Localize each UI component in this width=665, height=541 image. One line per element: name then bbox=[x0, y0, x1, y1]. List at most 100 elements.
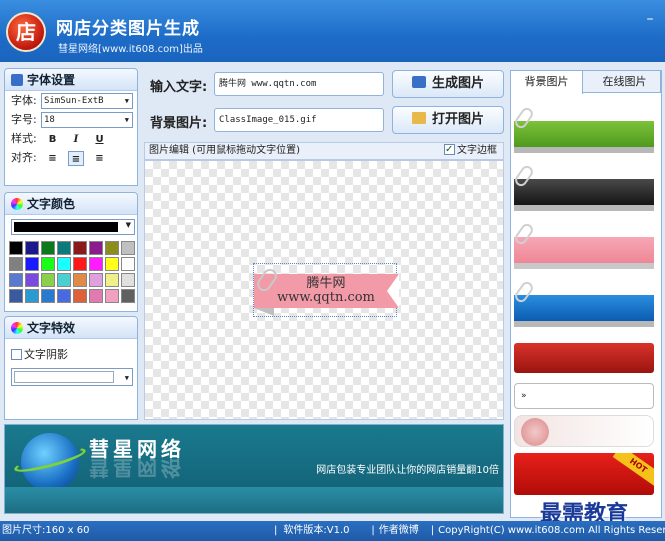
color-swatch[interactable] bbox=[121, 257, 135, 271]
color-wheel-icon bbox=[11, 198, 23, 210]
title-bar: 店 网店分类图片生成 彗星网络[www.it608.com]出品 – bbox=[0, 0, 665, 62]
align-center-icon[interactable]: ≡ bbox=[68, 150, 84, 166]
text-color-title: 文字颜色 bbox=[27, 197, 76, 211]
color-swatch[interactable] bbox=[73, 241, 87, 255]
generate-image-button[interactable]: 生成图片 bbox=[392, 70, 504, 98]
color-swatch[interactable] bbox=[105, 289, 119, 303]
align-left-icon[interactable]: ≡ bbox=[45, 151, 61, 166]
thumbnail-hot-red[interactable]: HOT bbox=[514, 453, 654, 495]
thumbnail-green-ribbon[interactable] bbox=[512, 105, 654, 163]
preview-text-line1[interactable]: 腾牛网 bbox=[254, 272, 398, 291]
color-swatch[interactable] bbox=[25, 273, 39, 287]
hot-badge: HOT bbox=[612, 453, 654, 487]
text-border-label: 文字边框 bbox=[457, 145, 497, 156]
minimize-button[interactable]: – bbox=[643, 12, 657, 26]
font-icon bbox=[11, 74, 23, 86]
image-editor-header: 图片编辑 (可用鼠标拖动文字位置) 文字边框 bbox=[144, 142, 504, 160]
effect-select[interactable]: ▼ bbox=[11, 368, 133, 386]
align-right-icon[interactable]: ≡ bbox=[92, 151, 108, 166]
text-effect-panel: 文字特效 文字阴影 ▼ bbox=[4, 316, 138, 420]
thumbnail-red-bar[interactable] bbox=[514, 343, 654, 373]
style-row: 样式: B I U bbox=[5, 129, 137, 148]
color-swatch-grid bbox=[5, 239, 137, 305]
image-editor-canvas[interactable]: 腾牛网 www.qqtn.com bbox=[144, 160, 504, 420]
color-swatch[interactable] bbox=[121, 289, 135, 303]
color-dropdown[interactable]: ▼ bbox=[11, 219, 135, 235]
copyright-text: CopyRight(C) www.it608.com All Rights Re… bbox=[438, 525, 665, 536]
color-swatch[interactable] bbox=[41, 289, 55, 303]
color-swatch[interactable] bbox=[9, 241, 23, 255]
bg-image-label: 背景图片: bbox=[150, 116, 208, 131]
thumbnail-blue-ribbon[interactable] bbox=[512, 279, 654, 337]
color-swatch[interactable] bbox=[73, 273, 87, 287]
font-select[interactable]: SimSun-ExtB ▼ bbox=[41, 93, 133, 109]
chevron-down-icon: ▼ bbox=[125, 221, 131, 229]
color-swatch[interactable] bbox=[89, 241, 103, 255]
color-swatch[interactable] bbox=[57, 241, 71, 255]
font-settings-header: 字体设置 bbox=[5, 69, 137, 91]
status-bar: 图片尺寸:160 x 60 | 软件版本:V1.0 | 作者微博 | CopyRight(C… bbox=[0, 521, 665, 541]
advertisement-banner[interactable]: 彗星网络 彗星网络 网店包装专业团队让你的网店销量翻10倍 bbox=[4, 424, 504, 514]
color-swatch[interactable] bbox=[25, 289, 39, 303]
tab-online-images[interactable]: 在线图片 bbox=[589, 71, 661, 93]
color-swatch[interactable] bbox=[121, 273, 135, 287]
color-swatch[interactable] bbox=[57, 273, 71, 287]
color-swatch[interactable] bbox=[9, 273, 23, 287]
color-swatch[interactable] bbox=[89, 289, 103, 303]
color-swatch[interactable] bbox=[25, 241, 39, 255]
color-swatch[interactable] bbox=[105, 273, 119, 287]
thumbnail-pink-ribbon[interactable] bbox=[512, 221, 654, 279]
chevron-down-icon: ▼ bbox=[124, 97, 129, 105]
color-swatch[interactable] bbox=[121, 241, 135, 255]
orbit-arrow bbox=[12, 443, 88, 477]
color-swatch[interactable] bbox=[89, 273, 103, 287]
ribbon-shadow bbox=[514, 147, 654, 153]
color-swatch[interactable] bbox=[41, 273, 55, 287]
underline-button[interactable]: U bbox=[92, 132, 108, 147]
thumbnail-black-ribbon[interactable] bbox=[512, 163, 654, 221]
white-bar-text: » bbox=[521, 391, 527, 401]
bg-image-input[interactable]: ClassImage_015.gif bbox=[214, 108, 384, 132]
text-effect-header: 文字特效 bbox=[5, 317, 137, 339]
weibo-link[interactable]: 作者微博 bbox=[379, 521, 427, 541]
text-input[interactable]: 腾牛网 www.qqtn.com bbox=[214, 72, 384, 96]
color-swatch[interactable] bbox=[25, 257, 39, 271]
paperclip-icon bbox=[512, 279, 536, 305]
text-border-option[interactable]: 文字边框 bbox=[444, 142, 497, 159]
ad-footer-band bbox=[5, 487, 503, 513]
color-swatch[interactable] bbox=[73, 257, 87, 271]
color-swatch[interactable] bbox=[41, 241, 55, 255]
tab-background-images[interactable]: 背景图片 bbox=[511, 71, 583, 94]
color-swatch[interactable] bbox=[105, 241, 119, 255]
save-icon bbox=[411, 76, 426, 88]
effect-select-box bbox=[14, 371, 114, 383]
rose-icon bbox=[521, 418, 549, 446]
text-border-checkbox[interactable] bbox=[444, 142, 455, 158]
color-swatch[interactable] bbox=[41, 257, 55, 271]
color-swatch[interactable] bbox=[9, 289, 23, 303]
size-label: 字号: bbox=[11, 113, 37, 126]
ad-slogan: 网店包装专业团队让你的网店销量翻10倍 bbox=[316, 465, 499, 476]
open-image-button[interactable]: 打开图片 bbox=[392, 106, 504, 134]
shadow-label: 文字阴影 bbox=[24, 348, 68, 361]
size-row: 字号: 18 ▼ bbox=[5, 110, 137, 129]
blue-ribbon bbox=[512, 279, 654, 321]
shadow-checkbox[interactable] bbox=[11, 349, 22, 360]
size-select[interactable]: 18 ▼ bbox=[41, 112, 133, 128]
thumbnail-white-bar[interactable]: » bbox=[514, 383, 654, 409]
app-title: 网店分类图片生成 bbox=[56, 19, 200, 39]
align-label: 对齐: bbox=[11, 151, 37, 164]
color-swatch[interactable] bbox=[9, 257, 23, 271]
app-subtitle: 彗星网络[www.it608.com]出品 bbox=[58, 44, 203, 55]
preview-text-line2[interactable]: www.qqtn.com bbox=[254, 290, 398, 305]
color-swatch[interactable] bbox=[57, 257, 71, 271]
italic-button[interactable]: I bbox=[68, 132, 84, 147]
font-row: 字体: SimSun-ExtB ▼ bbox=[5, 91, 137, 110]
thumbnail-rose[interactable] bbox=[514, 415, 654, 447]
color-swatch[interactable] bbox=[89, 257, 103, 271]
color-swatch[interactable] bbox=[105, 257, 119, 271]
bold-button[interactable]: B bbox=[45, 132, 61, 147]
color-swatch[interactable] bbox=[57, 289, 71, 303]
color-swatch[interactable] bbox=[73, 289, 87, 303]
banner-preview[interactable]: 腾牛网 www.qqtn.com bbox=[253, 263, 399, 317]
